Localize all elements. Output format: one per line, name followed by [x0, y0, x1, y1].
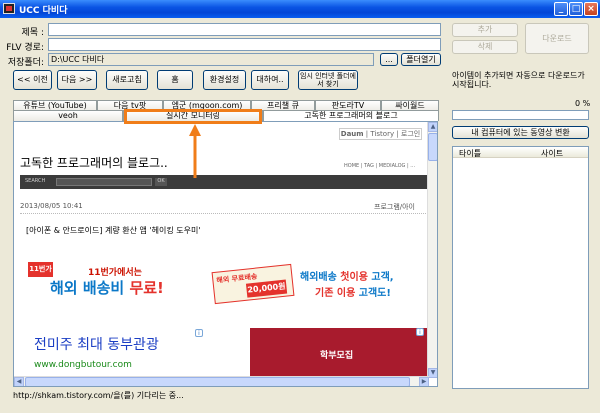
app-icon: [3, 3, 15, 14]
divider: [20, 213, 428, 214]
download-list[interactable]: 타이틀 사이트: [452, 146, 589, 389]
search-bar: SEARCH OK: [20, 175, 428, 189]
progress-percent: 0 %: [575, 99, 591, 108]
ad-right-line2: 기존 이용 고객도!: [315, 284, 391, 299]
coupon-value: 20,000원: [245, 279, 288, 298]
forward-button[interactable]: 다음 >>: [57, 70, 97, 90]
ad-dongbu-title[interactable]: 전미주 최대 동부관광: [34, 334, 159, 354]
ad-info-icon[interactable]: i: [195, 329, 203, 337]
ad-right-line2-tail: 고객도!: [355, 288, 391, 299]
tistory-link[interactable]: Tistory: [370, 130, 394, 138]
ad-right-line1-highlight: 첫이용: [340, 272, 368, 283]
flv-path-label: FLV 경로:: [6, 43, 44, 53]
scroll-up-arrow[interactable]: ▲: [428, 122, 437, 132]
title-bar: UCC 다비다 _ □ ×: [0, 0, 600, 18]
ad-right-line1: 해외배송 첫이용 고객,: [300, 268, 394, 283]
about-button[interactable]: 대하여..: [251, 70, 289, 90]
browse-button[interactable]: ...: [380, 53, 398, 66]
column-title[interactable]: 타이틀: [459, 148, 481, 159]
save-folder-field[interactable]: D:\UCC 다비다: [48, 53, 374, 66]
ad-right-line1-text: 해외배송: [300, 272, 341, 283]
save-folder-label: 저장폴더:: [7, 58, 44, 68]
add-button[interactable]: 추가: [452, 23, 518, 37]
delete-button[interactable]: 삭제: [452, 40, 518, 54]
login-link[interactable]: 로그인: [401, 130, 420, 138]
title-label: 제목 :: [21, 28, 44, 38]
back-button[interactable]: << 이전: [13, 70, 52, 90]
ad-dongbu-url[interactable]: www.dongbutour.com: [34, 360, 132, 370]
ad-right-line1-tail: 고객,: [367, 272, 394, 283]
ad-right-line2-highlight: 기존 이용: [315, 288, 356, 299]
info-text: 아이템이 추가되면 자동으로 다운로드가 시작됩니다.: [452, 71, 585, 89]
blog-title[interactable]: 고독한 프로그래머의 블로그..: [20, 154, 168, 171]
refresh-button[interactable]: 새로고침: [106, 70, 148, 90]
list-header: 타이틀 사이트: [453, 147, 588, 158]
11st-logo: 11번가: [28, 262, 53, 277]
title-field[interactable]: [48, 23, 441, 36]
minimize-button[interactable]: _: [554, 2, 568, 16]
scroll-down-arrow[interactable]: ▼: [428, 368, 437, 378]
horizontal-scrollbar[interactable]: ◀ ▶: [14, 376, 429, 386]
home-button[interactable]: 홈: [157, 70, 193, 90]
daum-bar: Daum | Tistory | 로그인: [339, 128, 422, 140]
ad-red-banner[interactable]: 학부모집: [250, 328, 428, 378]
convert-video-button[interactable]: 내 컴퓨터에 있는 동영상 변환: [452, 126, 589, 139]
temp-folder-button[interactable]: 임시 인터넷 폴더에서 찾기: [298, 70, 358, 90]
close-button[interactable]: ×: [584, 2, 598, 16]
ad-red-text: 학부모집: [320, 351, 354, 361]
flv-path-field[interactable]: [48, 38, 441, 51]
column-site[interactable]: 사이트: [541, 148, 563, 159]
post-category[interactable]: 프로그램/아이: [374, 202, 415, 212]
blog-search-button[interactable]: OK: [155, 178, 167, 186]
maximize-button[interactable]: □: [569, 2, 583, 16]
search-label: SEARCH: [25, 178, 46, 184]
open-folder-button[interactable]: 폴더열기: [401, 53, 441, 66]
window-title: UCC 다비다: [19, 6, 68, 16]
status-bar-text: http://shkam.tistory.com/을(를) 기다리는 중...: [13, 391, 184, 400]
tab-realtime-monitoring[interactable]: 실시간 모니터링: [123, 110, 263, 121]
web-browser-view[interactable]: Daum | Tistory | 로그인 고독한 프로그래머의 블로그.. HO…: [13, 121, 438, 387]
download-button[interactable]: 다운로드: [525, 23, 589, 54]
tab-blog[interactable]: 고독한 프로그래머의 블로그: [263, 110, 439, 121]
post-date: 2013/08/05 10:41: [20, 202, 83, 210]
settings-button[interactable]: 환경설정: [203, 70, 246, 90]
horizontal-scroll-thumb[interactable]: [25, 377, 410, 386]
blog-search-input[interactable]: [56, 178, 152, 186]
ad-line2: 해외 배송비 무료!: [50, 277, 164, 298]
blog-nav-links[interactable]: HOME | TAG | MEDIALOG | ...: [344, 163, 415, 169]
ad-info-icon-2[interactable]: i: [416, 328, 424, 336]
tab-veoh[interactable]: veoh: [13, 110, 123, 121]
vertical-scrollbar[interactable]: ▲ ▼: [427, 122, 437, 378]
vertical-scroll-thumb[interactable]: [428, 133, 437, 161]
daum-link[interactable]: Daum: [341, 130, 364, 138]
ad-banner-11st[interactable]: 11번가 11번가에서는 해외 배송비 무료! 해외 무료배송 20,000원 …: [28, 262, 428, 305]
ad-line2-highlight: 무료!: [129, 279, 164, 297]
download-progress-bar: [452, 110, 589, 120]
scroll-left-arrow[interactable]: ◀: [14, 377, 24, 386]
scroll-right-arrow[interactable]: ▶: [419, 377, 429, 386]
ad-line2-text: 해외 배송비: [50, 279, 130, 297]
post-title[interactable]: [아이폰 & 안드로이드] 계량 환산 앱 '헤이킹 도우미': [26, 225, 201, 236]
coupon-graphic: 해외 무료배송 20,000원: [211, 263, 295, 305]
